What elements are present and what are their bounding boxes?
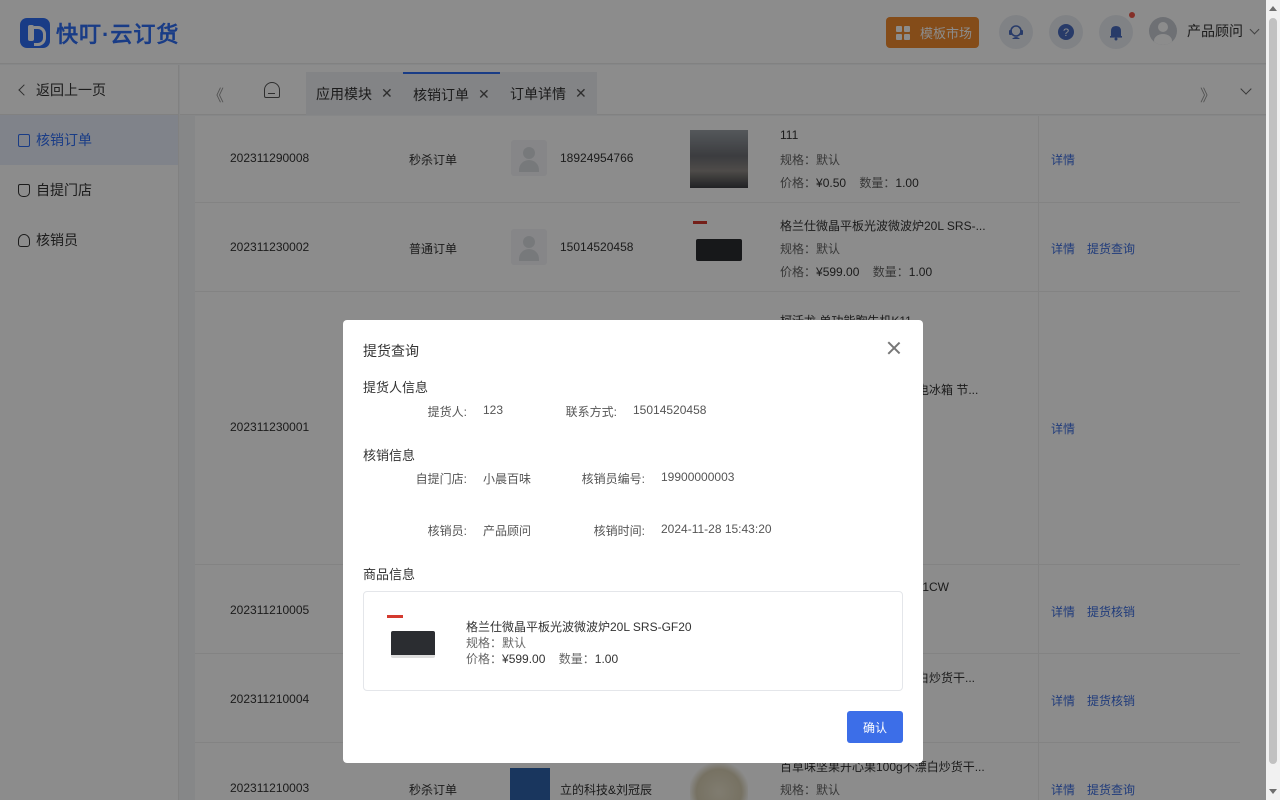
verifier-no-label: 核销员编号: [581,472,645,486]
verifier-label: 核销员: [427,524,467,538]
verify-time-value: 2024-11-28 15:43:20 [661,522,772,536]
verifier-value: 产品顾问 [483,524,532,538]
store-value: 小晨百味 [483,472,532,486]
contact-value: 15014520458 [633,403,707,417]
verify-time-label: 核销时间: [593,524,645,538]
product-image [386,614,442,662]
pickup-query-dialog: 提货查询 提货人信息 提货人: 123 联系方式: 15014520458 核销… [343,320,923,763]
pickup-info-heading: 提货人信息 [363,380,429,395]
goods-price: 价格：¥599.00 数量：1.00 [466,652,619,666]
goods-info-heading: 商品信息 [363,567,416,582]
scroll-up-arrow-icon[interactable] [1269,6,1277,11]
scroll-down-arrow-icon[interactable] [1269,789,1277,794]
scroll-thumb[interactable] [1269,18,1277,764]
verifier-no-value: 19900000003 [661,470,735,484]
goods-spec: 规格：默认 [466,636,527,650]
dialog-title: 提货查询 [363,343,419,359]
goods-card: 格兰仕微晶平板光波微波炉20L SRS-GF20 规格：默认 价格：¥599.0… [363,591,903,691]
pickup-person-label: 提货人: [427,405,467,419]
pickup-person-value: 123 [483,403,504,417]
verify-info-heading: 核销信息 [363,448,416,463]
goods-title: 格兰仕微晶平板光波微波炉20L SRS-GF20 [466,620,692,634]
page-scrollbar[interactable] [1266,0,1280,800]
store-label: 自提门店: [415,472,467,486]
contact-label: 联系方式: [565,405,617,419]
close-icon[interactable] [887,341,901,355]
confirm-button[interactable]: 确认 [847,711,903,743]
